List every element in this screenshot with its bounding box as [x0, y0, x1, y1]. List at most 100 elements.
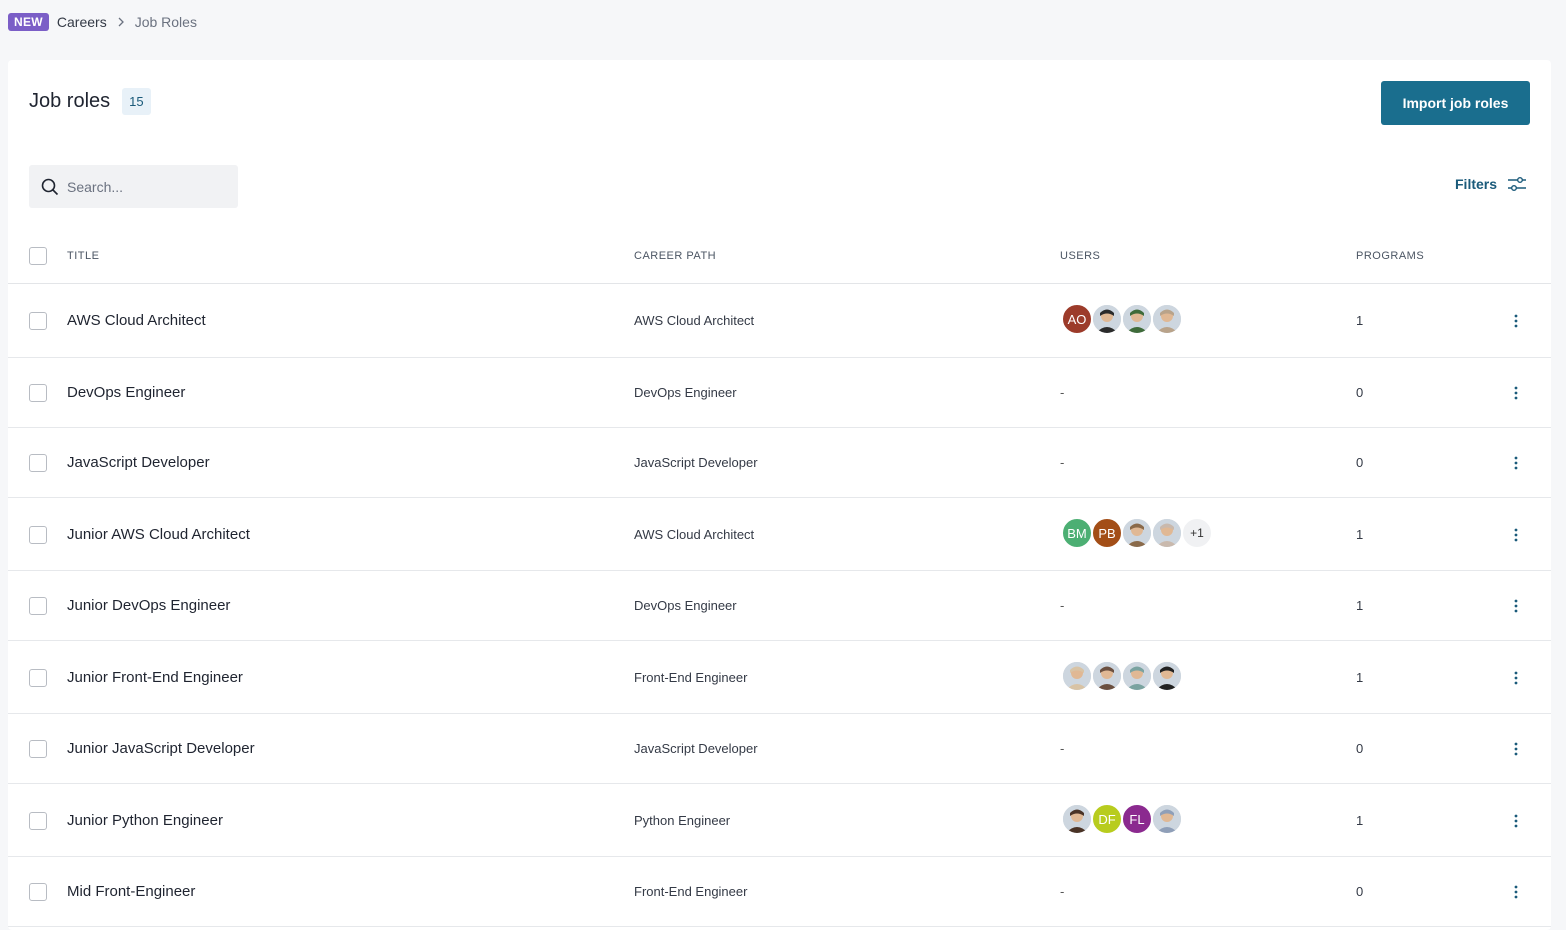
row-programs: 1: [1356, 527, 1364, 542]
row-checkbox[interactable]: [29, 669, 47, 687]
avatar: AO: [1061, 303, 1093, 335]
user-avatars[interactable]: [1061, 660, 1183, 692]
avatar: FL: [1121, 803, 1153, 835]
row-career-path: DevOps Engineer: [634, 385, 737, 400]
user-avatars[interactable]: DF FL: [1061, 803, 1183, 835]
row-users-empty: -: [1060, 884, 1065, 899]
page-title: Job roles: [29, 90, 111, 112]
column-career-path[interactable]: CAREER PATH: [634, 250, 716, 262]
avatar: [1151, 660, 1183, 692]
breadcrumb-careers[interactable]: Careers: [57, 14, 107, 30]
row-checkbox[interactable]: [29, 883, 47, 901]
row-checkbox[interactable]: [29, 526, 47, 544]
row-title[interactable]: Mid Front-Engineer: [67, 883, 195, 900]
filters-label: Filters: [1455, 176, 1498, 192]
more-options-icon[interactable]: [1508, 598, 1524, 614]
search-box: [29, 165, 238, 208]
row-checkbox[interactable]: [29, 384, 47, 402]
row-title[interactable]: Junior Python Engineer: [67, 812, 223, 829]
row-checkbox[interactable]: [29, 454, 47, 472]
column-title[interactable]: TITLE: [67, 250, 99, 262]
avatar: PB: [1091, 517, 1123, 549]
avatar: [1121, 303, 1153, 335]
avatar: [1121, 660, 1153, 692]
column-programs: PROGRAMS: [1356, 250, 1425, 262]
table-row[interactable]: Junior DevOps Engineer DevOps Engineer -…: [8, 571, 1551, 641]
row-programs: 1: [1356, 313, 1364, 328]
chevron-right-icon: [117, 17, 125, 27]
row-checkbox[interactable]: [29, 312, 47, 330]
row-career-path: DevOps Engineer: [634, 598, 737, 613]
row-career-path: JavaScript Developer: [634, 741, 758, 756]
sliders-icon: [1507, 176, 1527, 192]
more-users-badge: +1: [1181, 517, 1213, 549]
row-checkbox[interactable]: [29, 812, 47, 830]
avatar: [1091, 303, 1123, 335]
job-roles-card: Job roles 15 Import job roles Filters TI…: [8, 60, 1551, 930]
count-badge: 15: [122, 88, 151, 115]
more-options-icon[interactable]: [1508, 455, 1524, 471]
avatar: [1151, 517, 1183, 549]
avatar: [1061, 803, 1093, 835]
more-options-icon[interactable]: [1508, 527, 1524, 543]
row-career-path: Front-End Engineer: [634, 884, 748, 899]
row-title[interactable]: Junior JavaScript Developer: [67, 740, 255, 757]
avatar: BM: [1061, 517, 1093, 549]
avatar: [1061, 660, 1093, 692]
avatar: [1151, 303, 1183, 335]
table-row[interactable]: Junior Python Engineer Python Engineer D…: [8, 784, 1551, 857]
more-options-icon[interactable]: [1508, 813, 1524, 829]
row-programs: 1: [1356, 813, 1364, 828]
row-title[interactable]: Junior DevOps Engineer: [67, 597, 230, 614]
table-row[interactable]: Junior Front-End Engineer Front-End Engi…: [8, 641, 1551, 714]
row-career-path: Front-End Engineer: [634, 670, 748, 685]
more-options-icon[interactable]: [1508, 741, 1524, 757]
search-input[interactable]: [67, 178, 217, 195]
table-header: TITLE CAREER PATH USERS PROGRAMS: [8, 236, 1551, 284]
row-users-empty: -: [1060, 455, 1065, 470]
more-options-icon[interactable]: [1508, 884, 1524, 900]
import-job-roles-button[interactable]: Import job roles: [1381, 81, 1530, 125]
row-career-path: JavaScript Developer: [634, 455, 758, 470]
row-checkbox[interactable]: [29, 740, 47, 758]
table-row[interactable]: Junior AWS Cloud Architect AWS Cloud Arc…: [8, 498, 1551, 571]
more-options-icon[interactable]: [1508, 385, 1524, 401]
table-row[interactable]: JavaScript Developer JavaScript Develope…: [8, 428, 1551, 498]
table-row[interactable]: DevOps Engineer DevOps Engineer - 0: [8, 358, 1551, 428]
row-users-empty: -: [1060, 385, 1065, 400]
table-row[interactable]: AWS Cloud Architect AWS Cloud Architect …: [8, 284, 1551, 358]
avatar: DF: [1091, 803, 1123, 835]
row-checkbox[interactable]: [29, 597, 47, 615]
row-title[interactable]: AWS Cloud Architect: [67, 312, 206, 329]
row-users-empty: -: [1060, 741, 1065, 756]
search-icon: [41, 178, 59, 196]
row-programs: 1: [1356, 670, 1364, 685]
avatar: [1091, 660, 1123, 692]
more-options-icon[interactable]: [1508, 670, 1524, 686]
table-row[interactable]: Junior JavaScript Developer JavaScript D…: [8, 714, 1551, 784]
select-all-checkbox[interactable]: [29, 247, 47, 265]
breadcrumb: NEW Careers Job Roles: [8, 12, 197, 32]
row-programs: 1: [1356, 598, 1364, 613]
row-programs: 0: [1356, 741, 1364, 756]
row-programs: 0: [1356, 884, 1364, 899]
row-programs: 0: [1356, 385, 1364, 400]
row-title[interactable]: JavaScript Developer: [67, 454, 210, 471]
row-title[interactable]: Junior AWS Cloud Architect: [67, 526, 250, 543]
filters-button[interactable]: Filters: [1455, 176, 1527, 192]
user-avatars[interactable]: BM PB +1: [1061, 517, 1213, 549]
row-title[interactable]: DevOps Engineer: [67, 384, 185, 401]
new-badge: NEW: [8, 13, 49, 31]
avatar: [1151, 803, 1183, 835]
avatar: [1121, 517, 1153, 549]
row-programs: 0: [1356, 455, 1364, 470]
more-options-icon[interactable]: [1508, 313, 1524, 329]
row-career-path: AWS Cloud Architect: [634, 313, 755, 328]
row-users-empty: -: [1060, 598, 1065, 613]
table-row[interactable]: Mid Front-Engineer Front-End Engineer - …: [8, 857, 1551, 927]
breadcrumb-job-roles: Job Roles: [134, 14, 197, 30]
row-career-path: Python Engineer: [634, 813, 731, 828]
row-title[interactable]: Junior Front-End Engineer: [67, 669, 243, 686]
column-users: USERS: [1060, 250, 1101, 262]
user-avatars[interactable]: AO: [1061, 303, 1183, 335]
